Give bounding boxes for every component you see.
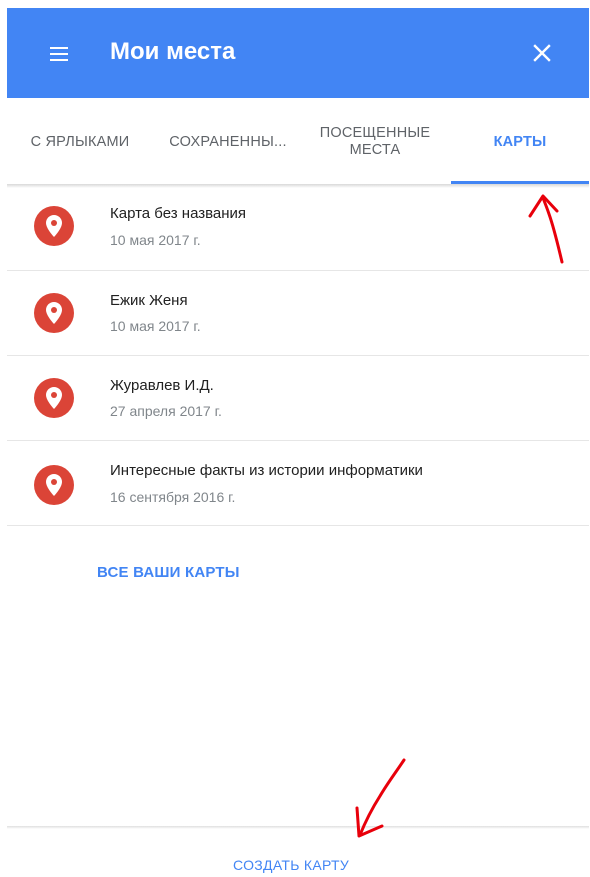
- close-icon[interactable]: [530, 41, 554, 65]
- map-title: Интересные факты из истории информатики: [110, 462, 423, 479]
- page-title: Мои места: [110, 38, 236, 65]
- map-title: Ежик Женя: [110, 292, 188, 309]
- bottom-divider: [7, 826, 589, 829]
- tab-visited-places[interactable]: ПОСЕЩЕННЫЕ МЕСТА: [302, 98, 448, 186]
- map-pin-icon: [34, 378, 74, 418]
- all-maps-link[interactable]: ВСЕ ВАШИ КАРТЫ: [97, 564, 240, 581]
- tab-bar: С ЯРЛЫКАМИ СОХРАНЕННЫ... ПОСЕЩЕННЫЕ МЕСТ…: [7, 98, 589, 188]
- map-date: 16 сентября 2016 г.: [110, 489, 236, 505]
- map-title: Карта без названия: [110, 205, 247, 222]
- maps-list: Карта без названия 10 мая 2017 г. Ежик Ж…: [7, 186, 589, 526]
- map-list-item[interactable]: Интересные факты из истории информатики …: [7, 441, 589, 526]
- annotation-arrow-down: [355, 758, 406, 838]
- map-list-item[interactable]: Журавлев И.Д. 27 апреля 2017 г.: [7, 356, 589, 441]
- create-map-button[interactable]: СОЗДАТЬ КАРТУ: [233, 857, 349, 873]
- map-date: 27 апреля 2017 г.: [110, 403, 222, 419]
- app-header: Мои места: [7, 8, 589, 98]
- map-pin-icon: [34, 293, 74, 333]
- map-title: Журавлев И.Д.: [110, 377, 214, 394]
- tab-saved[interactable]: СОХРАНЕННЫ...: [155, 98, 301, 186]
- tab-maps[interactable]: КАРТЫ: [451, 98, 589, 186]
- hamburger-menu-icon[interactable]: [47, 42, 75, 64]
- map-pin-icon: [34, 206, 74, 246]
- map-list-item[interactable]: Карта без названия 10 мая 2017 г.: [7, 186, 589, 271]
- map-date: 10 мая 2017 г.: [110, 318, 201, 334]
- tab-labeled[interactable]: С ЯРЛЫКАМИ: [7, 98, 153, 186]
- map-pin-icon: [34, 465, 74, 505]
- map-list-item[interactable]: Ежик Женя 10 мая 2017 г.: [7, 271, 589, 356]
- map-date: 10 мая 2017 г.: [110, 232, 201, 248]
